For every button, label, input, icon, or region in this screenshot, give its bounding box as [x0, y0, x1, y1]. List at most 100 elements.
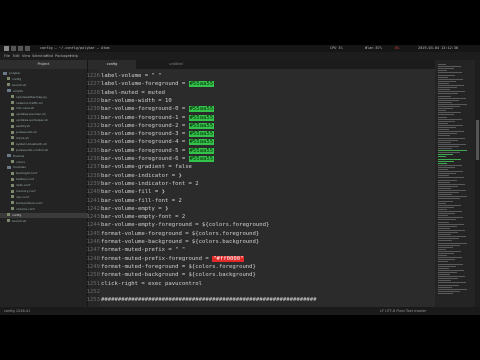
minimap-line: [438, 271, 457, 273]
minimap-line: [438, 177, 464, 179]
alert-status: 0%: [395, 46, 400, 50]
tab-config[interactable]: config: [88, 60, 136, 69]
workspace-2-indicator[interactable]: [11, 46, 16, 51]
minimap-line: [438, 190, 466, 191]
code-line: 1249 format-muted-foreground = ${colors.f…: [87, 263, 428, 271]
file-info[interactable]: LF UTF-8 Plain Text master: [380, 307, 426, 315]
minimap-line: [438, 175, 449, 177]
menu-file[interactable]: File: [4, 52, 10, 60]
minimap-line: [438, 78, 463, 80]
minimap-line: [438, 213, 455, 215]
line-number: 1235: [86, 147, 100, 154]
code-text: bar-volume-empty = ❯: [101, 205, 169, 212]
line-number: 1233: [86, 131, 100, 138]
minimap-line: [438, 259, 455, 261]
minimap-line: [438, 124, 463, 126]
code-line: 1227 label-volume-foreground = #55aa55: [87, 80, 428, 88]
minimap-line: [438, 200, 453, 202]
vertical-scrollbar[interactable]: [475, 60, 480, 307]
cursor-position[interactable]: config 1248:41: [4, 307, 30, 315]
minimap-line: [438, 246, 453, 248]
minimap-line: [438, 206, 454, 208]
code-line: 1252: [87, 288, 428, 296]
menu-help[interactable]: Help: [70, 52, 78, 60]
minimap-line: [438, 127, 456, 128]
minimap-line: [438, 278, 458, 280]
minimap-line: [438, 269, 464, 271]
line-number: 1230: [86, 106, 100, 113]
workspace-1-indicator[interactable]: [4, 46, 9, 51]
minimap-line: [438, 185, 458, 187]
minimap-line: [438, 261, 448, 263]
minimap-line: [438, 192, 459, 194]
code-line: 1242 bar-volume-empty = ❯: [87, 205, 428, 213]
minimap-line: [438, 156, 446, 158]
line-number: 1248: [86, 255, 100, 262]
workspace-3-indicator[interactable]: [18, 46, 23, 51]
code-text: ########################################…: [101, 297, 317, 304]
minimap-line: [438, 135, 450, 137]
minimap-line: [438, 242, 467, 244]
code-text: format-volume-foreground = ${colors.fore…: [101, 230, 260, 237]
file-icon: [11, 142, 14, 146]
minimap[interactable]: [435, 60, 475, 307]
code-line: 1231 bar-volume-foreground-1 = #55aa55: [87, 114, 428, 122]
code-line: 1238 bar-volume-indicator = ❯: [87, 172, 428, 180]
tree-item-label: updates-aurhelper.sh: [16, 118, 48, 123]
menu-packages[interactable]: Packages: [55, 52, 71, 60]
code-editor[interactable]: 1226 label-volume = " " 1227 label-volume-f…: [87, 69, 435, 307]
code-line: 1243 bar-volume-empty-font = 2: [87, 213, 428, 221]
menu-edit[interactable]: Edit: [13, 52, 20, 60]
minimap-line: [438, 129, 449, 131]
tree-item-label: colors: [16, 159, 25, 164]
minimap-line: [438, 164, 462, 166]
line-number: 1239: [86, 180, 100, 187]
workspace-4-indicator[interactable]: [25, 46, 30, 51]
line-number: 1226: [86, 73, 100, 79]
line-number: 1232: [86, 122, 100, 129]
line-number: 1247: [86, 247, 100, 254]
minimap-line: [438, 116, 447, 118]
minimap-line: [438, 72, 462, 74]
file-icon: [11, 118, 14, 122]
minimap-line: [438, 181, 450, 183]
code-line: 1253 ####################################…: [87, 296, 428, 304]
minimap-line: [438, 99, 459, 101]
tree-folder[interactable]: polybar: [0, 71, 87, 76]
code-line: 1246 format-volume-background = ${colors.…: [87, 238, 428, 246]
tree-item-label: launch.sh: [12, 218, 27, 223]
minimap-line: [438, 118, 462, 120]
file-icon: [7, 77, 10, 81]
code-text: bar-volume-gradient = false: [101, 164, 192, 171]
menu-view[interactable]: View: [22, 52, 30, 60]
minimap-line: [438, 101, 452, 103]
minimap-line: [438, 108, 453, 110]
minimap-line: [438, 227, 450, 229]
scrollbar-thumb[interactable]: [476, 120, 479, 160]
tree-item-label: updates-pacman.sh: [16, 112, 46, 117]
file-icon: [11, 171, 14, 175]
code-text: label-volume = " ": [101, 73, 162, 79]
code-text: format-muted-foreground = ${colors.foreg…: [101, 263, 256, 270]
file-icon: [11, 95, 14, 99]
folder-icon: [7, 89, 11, 93]
line-number: 1250: [86, 272, 100, 279]
minimap-line: [438, 211, 462, 212]
minimap-line: [438, 122, 448, 124]
code-text: bar-volume-foreground-6 = #55aa55: [101, 156, 215, 162]
file-icon: [11, 130, 14, 134]
menu-find[interactable]: Find: [46, 52, 53, 60]
minimap-line: [438, 244, 460, 246]
code-line: 1239 bar-volume-indicator-font = 2: [87, 180, 428, 188]
minimap-line: [438, 89, 450, 91]
minimap-line: [438, 276, 465, 278]
folder-icon: [3, 71, 7, 75]
tree-item-label: mpris.sh: [16, 135, 29, 140]
line-number: 1252: [86, 288, 100, 295]
code-line: 1236 bar-volume-foreground-6 = #55aa55: [87, 155, 428, 163]
minimap-line: [438, 232, 458, 233]
tab-untitled[interactable]: untitled: [152, 60, 200, 69]
minimap-line: [438, 133, 457, 135]
wlan-status: Wlan 87%: [365, 46, 382, 50]
code-text: bar-volume-foreground-2 = #55aa55: [101, 122, 215, 129]
